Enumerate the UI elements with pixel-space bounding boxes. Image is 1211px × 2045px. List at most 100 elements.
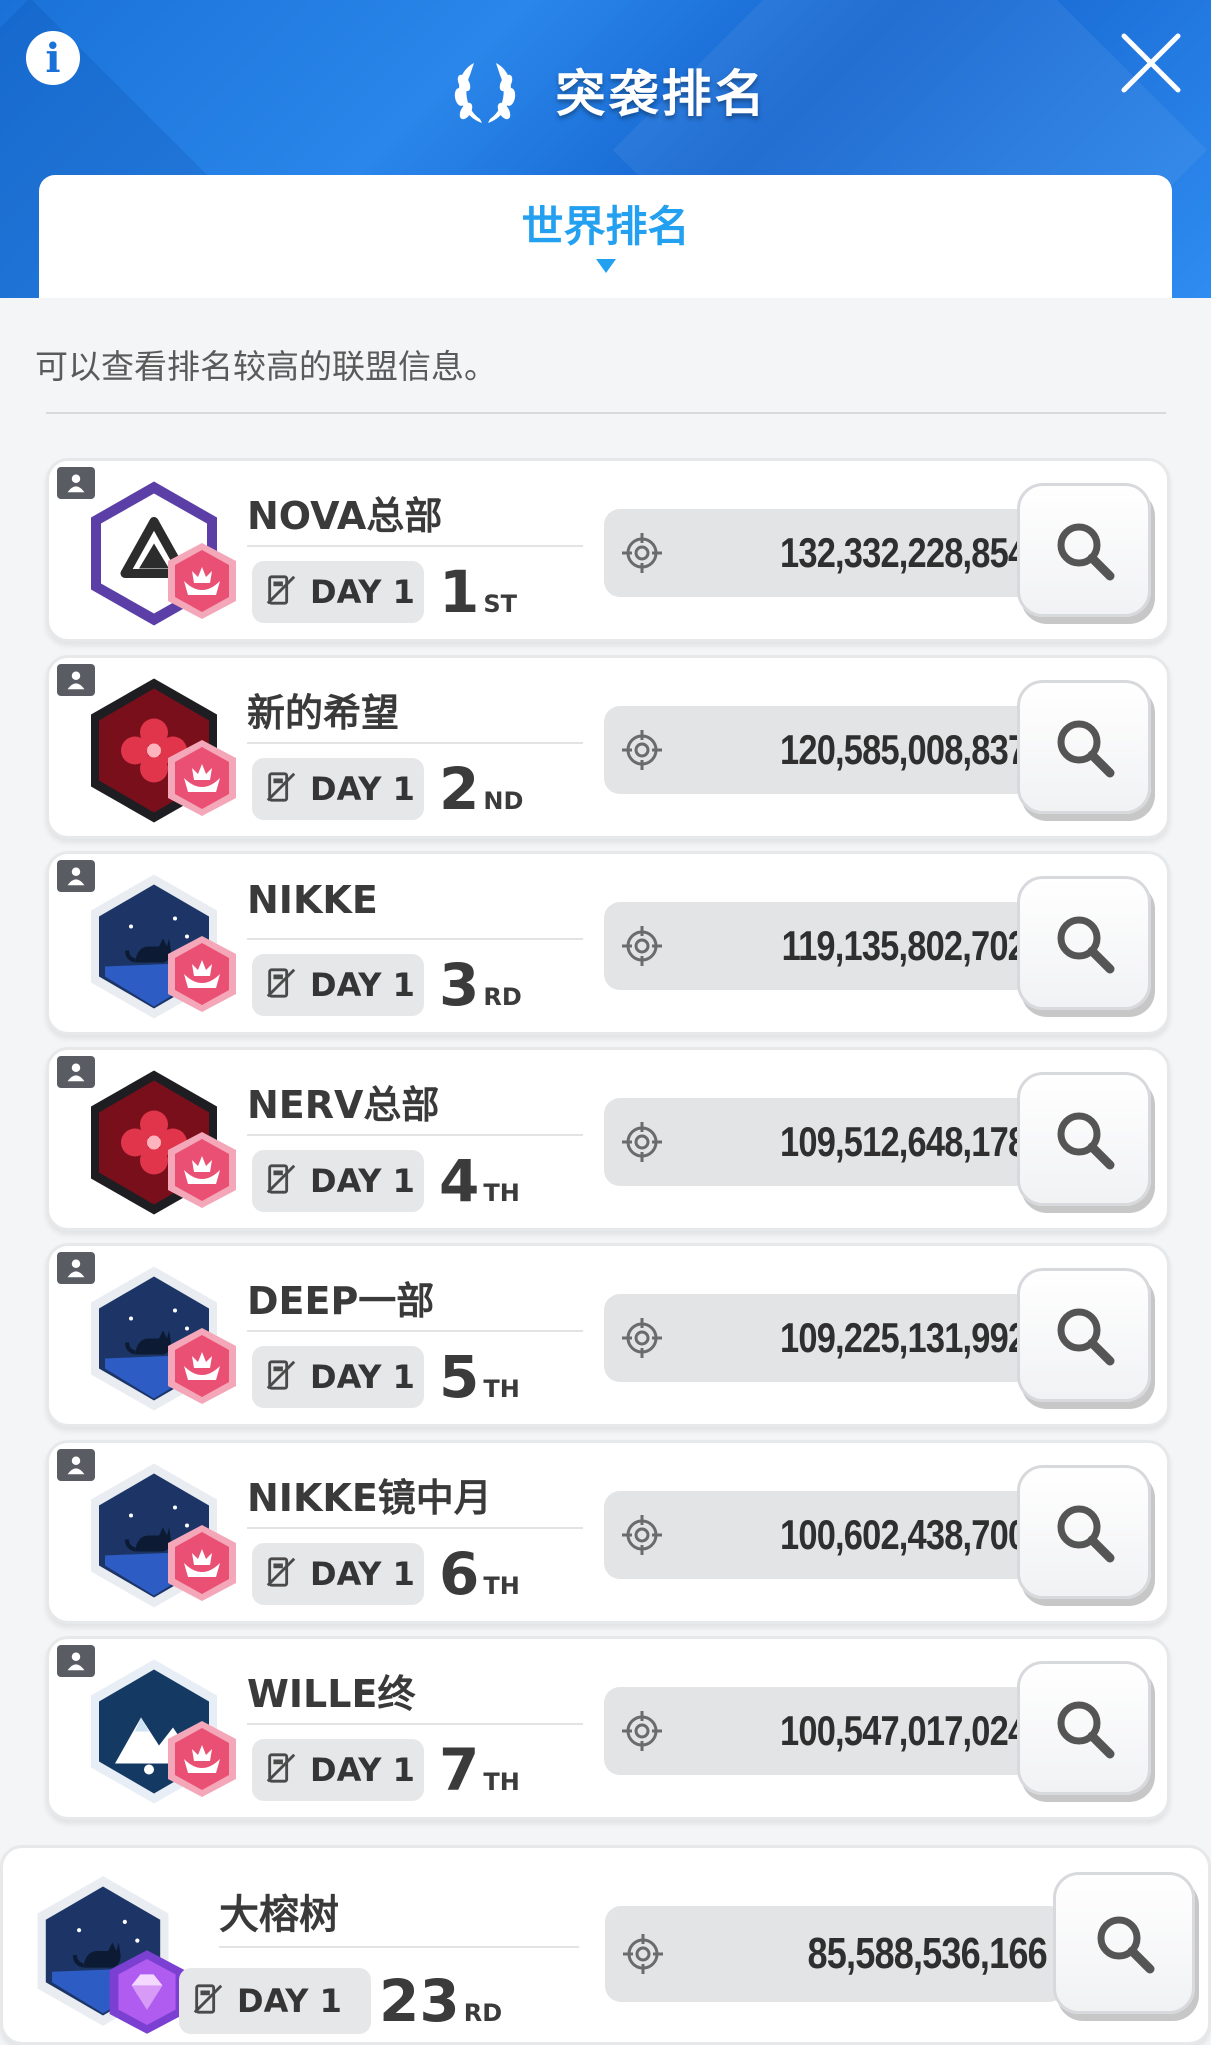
tab-world-ranking[interactable]: 世界排名 <box>39 193 1172 254</box>
rank-number: 3 <box>439 951 480 1019</box>
ranking-row[interactable]: NIKKE镜中月 DAY 1 6 TH 100,602,438,700 <box>46 1440 1170 1624</box>
rank-suffix: TH <box>483 1375 520 1403</box>
rank-position: 4 TH <box>439 1146 520 1216</box>
no-entry-icon <box>191 1982 225 2021</box>
rank-suffix: ST <box>483 590 518 618</box>
no-entry-icon <box>264 1555 298 1594</box>
rank-position: 5 TH <box>439 1342 520 1412</box>
ranking-row[interactable]: DEEP一部 DAY 1 5 TH 109,225,131,992 <box>46 1243 1170 1427</box>
crown-medal-icon <box>162 1130 242 1210</box>
search-icon <box>1093 1912 1155 1974</box>
rank-number: 2 <box>439 755 480 823</box>
view-union-button[interactable] <box>1017 1268 1151 1402</box>
day-label: DAY 1 <box>310 1555 415 1593</box>
damage-score-bar: 85,588,536,166 <box>605 1906 1065 2002</box>
union-name: WILLE终 <box>247 1672 416 1716</box>
search-icon <box>1053 519 1115 581</box>
union-name: NIKKE镜中月 <box>247 1476 492 1520</box>
union-name: NOVA总部 <box>247 494 443 538</box>
divider <box>247 1330 583 1332</box>
day-label: DAY 1 <box>310 1162 415 1200</box>
day-label: DAY 1 <box>310 1751 415 1789</box>
rank-suffix: TH <box>483 1179 520 1207</box>
day-badge: DAY 1 <box>252 1346 424 1408</box>
rank-number: 6 <box>439 1540 480 1608</box>
ranking-row[interactable]: NERV总部 DAY 1 4 TH 109,512,648,178 <box>46 1047 1170 1231</box>
target-icon <box>620 1709 664 1753</box>
view-union-button[interactable] <box>1017 1661 1151 1795</box>
crown-medal-icon <box>162 1719 242 1799</box>
damage-score-bar: 132,332,228,854 <box>604 509 1044 597</box>
damage-score: 100,602,438,700 <box>779 1511 1027 1558</box>
damage-score: 109,225,131,992 <box>779 1314 1027 1361</box>
ranking-row[interactable]: WILLE终 DAY 1 7 TH 100,547,017,024 <box>46 1636 1170 1820</box>
rank-position: 6 TH <box>439 1539 520 1609</box>
ranking-row[interactable]: NIKKE DAY 1 3 RD 119,135,802,702 <box>46 851 1170 1035</box>
target-icon <box>620 728 664 772</box>
view-union-button[interactable] <box>1017 1072 1151 1206</box>
view-union-button[interactable] <box>1017 680 1151 814</box>
view-union-button[interactable] <box>1017 876 1151 1010</box>
rank-suffix: RD <box>463 1999 503 2027</box>
damage-score-bar: 100,602,438,700 <box>604 1491 1044 1579</box>
search-icon <box>1053 716 1115 778</box>
day-badge: DAY 1 <box>252 561 424 623</box>
damage-score: 85,588,536,166 <box>807 1929 1048 1978</box>
divider <box>247 1134 583 1136</box>
union-name: DEEP一部 <box>247 1279 435 1323</box>
no-entry-icon <box>264 1162 298 1201</box>
damage-score: 132,332,228,854 <box>779 529 1027 576</box>
damage-score: 109,512,648,178 <box>779 1118 1027 1165</box>
union-name: NERV总部 <box>247 1083 440 1127</box>
page-title-group: 突袭排名 <box>0 48 1211 132</box>
damage-score: 120,585,008,837 <box>779 726 1027 773</box>
day-badge: DAY 1 <box>252 954 424 1016</box>
tab-active-indicator <box>596 259 616 273</box>
rank-position: 23 RD <box>379 1966 502 2036</box>
rank-suffix: TH <box>483 1768 520 1796</box>
search-icon <box>1053 912 1115 974</box>
crown-medal-icon <box>162 541 242 621</box>
rank-position: 2 ND <box>439 754 523 824</box>
rank-suffix: RD <box>483 983 522 1011</box>
day-label: DAY 1 <box>310 573 415 611</box>
no-entry-icon <box>264 573 298 612</box>
target-icon <box>620 1316 664 1360</box>
ranking-description: 可以查看排名较高的联盟信息。 <box>35 347 497 386</box>
view-union-button[interactable] <box>1017 483 1151 617</box>
union-name: NIKKE <box>247 878 378 922</box>
rank-number: 4 <box>439 1147 480 1215</box>
union-name: 大榕树 <box>219 1892 339 1938</box>
my-union-row[interactable]: 大榕树 DAY 1 23 RD 85,588,536,166 <box>0 1845 1211 2045</box>
day-badge: DAY 1 <box>179 1968 371 2034</box>
damage-score-bar: 120,585,008,837 <box>604 706 1044 794</box>
search-icon <box>1053 1108 1115 1170</box>
crown-medal-icon <box>162 1326 242 1406</box>
rank-number: 5 <box>439 1343 480 1411</box>
ranking-row[interactable]: 新的希望 DAY 1 2 ND 120,585,008,837 <box>46 655 1170 839</box>
union-name: 新的希望 <box>247 691 400 735</box>
search-icon <box>1053 1304 1115 1366</box>
day-badge: DAY 1 <box>252 1739 424 1801</box>
crown-medal-icon <box>162 738 242 818</box>
day-label: DAY 1 <box>310 1358 415 1396</box>
rank-number: 1 <box>439 558 480 626</box>
search-icon <box>1053 1501 1115 1563</box>
crown-medal-icon <box>162 1523 242 1603</box>
damage-score-bar: 109,225,131,992 <box>604 1294 1044 1382</box>
rank-suffix: ND <box>483 787 524 815</box>
target-icon <box>621 1932 665 1976</box>
target-icon <box>620 924 664 968</box>
target-icon <box>620 531 664 575</box>
gem-medal-icon <box>103 1948 191 2036</box>
divider <box>247 742 583 744</box>
rank-suffix: TH <box>483 1572 520 1600</box>
ranking-row[interactable]: NOVA总部 DAY 1 1 ST 132,332,228,854 <box>46 458 1170 642</box>
rank-number: 7 <box>439 1736 480 1804</box>
rank-number: 23 <box>379 1967 460 2035</box>
view-union-button[interactable] <box>1053 1872 1195 2014</box>
search-icon <box>1053 1697 1115 1759</box>
view-union-button[interactable] <box>1017 1465 1151 1599</box>
damage-score: 100,547,017,024 <box>779 1707 1027 1754</box>
no-entry-icon <box>264 770 298 809</box>
